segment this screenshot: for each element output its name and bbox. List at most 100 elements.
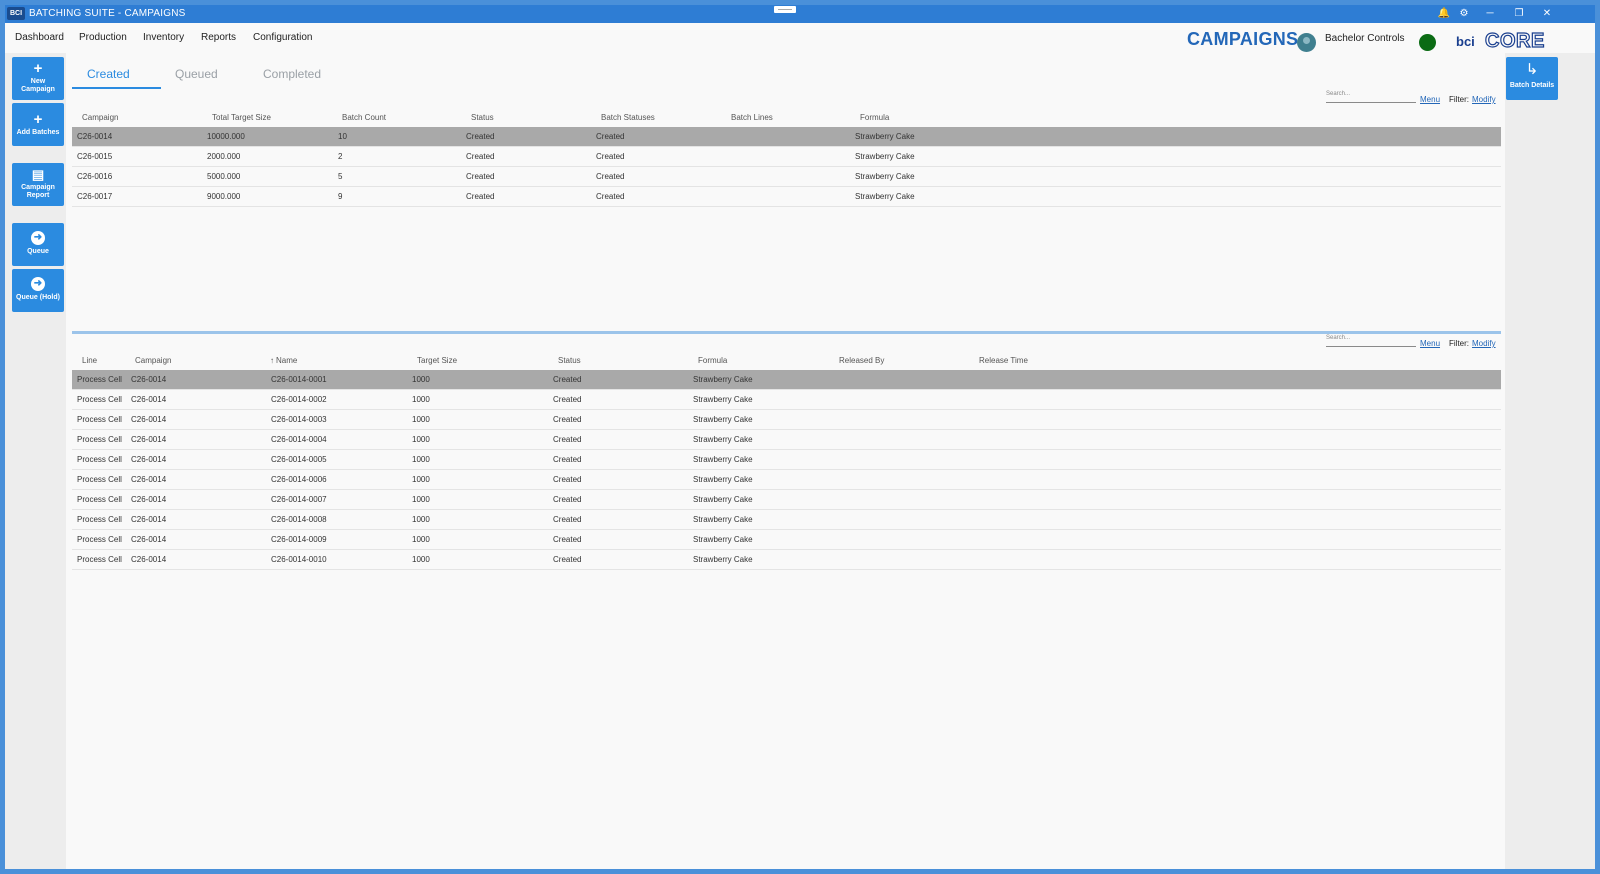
column-header-campaign[interactable]: Campaign	[82, 113, 118, 122]
cell-line: Process Cell	[77, 415, 122, 424]
cell-formula: Strawberry Cake	[693, 395, 753, 404]
cell-target-size: 1000	[412, 495, 430, 504]
tab-queued[interactable]: Queued	[175, 67, 218, 81]
batches-filter-modify-link[interactable]: Modify	[1472, 339, 1496, 348]
cell-campaign: C26-0014	[131, 415, 167, 424]
campaigns-filter-modify-link[interactable]: Modify	[1472, 95, 1496, 104]
restore-icon[interactable]: ❐	[1512, 7, 1526, 21]
cell-line: Process Cell	[77, 435, 122, 444]
cell-name: C26-0014-0002	[271, 395, 327, 404]
menu-dashboard[interactable]: Dashboard	[15, 32, 64, 43]
table-row[interactable]: C26-0014 10000.000 10 Created Created Strawbe…	[72, 127, 1501, 147]
cell-formula: Strawberry Cake	[855, 152, 915, 161]
batches-menu-link[interactable]: Menu	[1420, 339, 1440, 348]
table-row[interactable]: Process Cell C26-0014 C26-0014-0004 1000 Cre…	[72, 430, 1501, 450]
menu-configuration[interactable]: Configuration	[253, 32, 312, 43]
column-header-line[interactable]: Line	[82, 356, 97, 365]
cell-total-target-size: 5000.000	[207, 172, 241, 181]
table-row[interactable]: Process Cell C26-0014 C26-0014-0007 1000 Cre…	[72, 490, 1501, 510]
cell-campaign: C26-0014	[131, 435, 167, 444]
column-header-status[interactable]: Status	[471, 113, 494, 122]
table-row[interactable]: C26-0017 9000.000 9 Created Created Strawberr…	[72, 187, 1501, 207]
drag-handle[interactable]	[774, 6, 796, 13]
queue-hold-button[interactable]: ➜ Queue (Hold)	[12, 269, 64, 312]
brand-prefix: bci	[1456, 34, 1475, 49]
app-logo: BCI	[7, 7, 25, 20]
column-header-campaign[interactable]: Campaign	[135, 356, 171, 365]
cell-status: Created	[466, 152, 495, 161]
batches-table-header: Line Campaign ↑ Name Target Size Status F…	[72, 350, 1501, 370]
cell-target-size: 1000	[412, 455, 430, 464]
table-row[interactable]: C26-0015 2000.000 2 Created Created Strawberr…	[72, 147, 1501, 167]
cell-formula: Strawberry Cake	[855, 192, 915, 201]
table-row[interactable]: Process Cell C26-0014 C26-0014-0010 1000 Cre…	[72, 550, 1501, 570]
cell-campaign: C26-0014	[131, 455, 167, 464]
tab-completed[interactable]: Completed	[263, 67, 321, 81]
column-header-status[interactable]: Status	[558, 356, 581, 365]
table-row[interactable]: C26-0016 5000.000 5 Created Created Strawberr…	[72, 167, 1501, 187]
cell-campaign: C26-0014	[131, 475, 167, 484]
user-avatar[interactable]	[1297, 33, 1316, 52]
cell-formula: Strawberry Cake	[693, 535, 753, 544]
cell-campaign: C26-0014	[131, 495, 167, 504]
column-header-name-label: Name	[276, 356, 298, 365]
table-row[interactable]: Process Cell C26-0014 C26-0014-0008 1000 Cre…	[72, 510, 1501, 530]
cell-campaign: C26-0017	[77, 192, 113, 201]
column-header-formula[interactable]: Formula	[698, 356, 727, 365]
add-batches-button[interactable]: + Add Batches	[12, 103, 64, 146]
tab-created[interactable]: Created	[87, 67, 130, 81]
cell-total-target-size: 2000.000	[207, 152, 241, 161]
column-header-batch-statuses[interactable]: Batch Statuses	[601, 113, 655, 122]
cell-status: Created	[553, 395, 582, 404]
cell-total-target-size: 10000.000	[207, 132, 245, 141]
cell-status: Created	[553, 435, 582, 444]
gear-icon[interactable]: ⚙	[1457, 7, 1471, 21]
cell-status: Created	[466, 172, 495, 181]
column-header-release-time[interactable]: Release Time	[979, 356, 1028, 365]
column-header-total-target-size[interactable]: Total Target Size	[212, 113, 271, 122]
bell-icon[interactable]: 🔔	[1437, 7, 1451, 21]
menu-reports[interactable]: Reports	[201, 32, 236, 43]
column-header-batch-lines[interactable]: Batch Lines	[731, 113, 773, 122]
menu-production[interactable]: Production	[79, 32, 127, 43]
cell-line: Process Cell	[77, 495, 122, 504]
batches-table: Line Campaign ↑ Name Target Size Status F…	[72, 350, 1501, 570]
column-header-released-by[interactable]: Released By	[839, 356, 884, 365]
column-header-target-size[interactable]: Target Size	[417, 356, 457, 365]
app-window: BCI BATCHING SUITE - CAMPAIGNS 🔔 ⚙ ─ ❐ ✕…	[5, 5, 1595, 869]
close-icon[interactable]: ✕	[1540, 7, 1554, 21]
batches-filter-label: Filter:	[1449, 339, 1469, 348]
plus-icon: +	[33, 60, 43, 77]
campaigns-search-input[interactable]: Search...	[1326, 91, 1416, 103]
cell-campaign: C26-0014	[131, 555, 167, 564]
batch-details-button[interactable]: ↳ Batch Details	[1506, 57, 1558, 100]
campaign-report-button[interactable]: ▤ Campaign Report	[12, 163, 64, 206]
table-row[interactable]: Process Cell C26-0014 C26-0014-0003 1000 Cre…	[72, 410, 1501, 430]
table-row[interactable]: Process Cell C26-0014 C26-0014-0005 1000 Cre…	[72, 450, 1501, 470]
menu-inventory[interactable]: Inventory	[143, 32, 184, 43]
batches-search-input[interactable]: Search...	[1326, 335, 1416, 347]
minimize-icon[interactable]: ─	[1483, 7, 1497, 21]
window-title: BATCHING SUITE - CAMPAIGNS	[29, 8, 186, 19]
cell-campaign: C26-0014	[77, 132, 113, 141]
table-row[interactable]: Process Cell C26-0014 C26-0014-0001 1000 Cre…	[72, 370, 1501, 390]
table-row[interactable]: Process Cell C26-0014 C26-0014-0002 1000 Cre…	[72, 390, 1501, 410]
campaigns-table-header: Campaign Total Target Size Batch Count S…	[72, 107, 1501, 127]
active-tab-indicator	[72, 87, 161, 89]
table-row[interactable]: Process Cell C26-0014 C26-0014-0009 1000 Cre…	[72, 530, 1501, 550]
queue-button[interactable]: ➜ Queue	[12, 223, 64, 266]
column-header-formula[interactable]: Formula	[860, 113, 889, 122]
table-row[interactable]: Process Cell C26-0014 C26-0014-0006 1000 Cre…	[72, 470, 1501, 490]
user-name[interactable]: Bachelor Controls	[1325, 33, 1404, 44]
turn-arrow-icon: ↳	[1525, 61, 1539, 78]
pane-splitter[interactable]	[72, 331, 1501, 334]
new-campaign-button[interactable]: + New Campaign	[12, 57, 64, 100]
cell-name: C26-0014-0001	[271, 375, 327, 384]
column-header-batch-count[interactable]: Batch Count	[342, 113, 386, 122]
column-header-name[interactable]: ↑ Name	[270, 356, 297, 365]
cell-status: Created	[553, 415, 582, 424]
cell-formula: Strawberry Cake	[693, 515, 753, 524]
cell-batch-count: 10	[338, 132, 347, 141]
campaigns-menu-link[interactable]: Menu	[1420, 95, 1440, 104]
cell-campaign: C26-0014	[131, 375, 167, 384]
